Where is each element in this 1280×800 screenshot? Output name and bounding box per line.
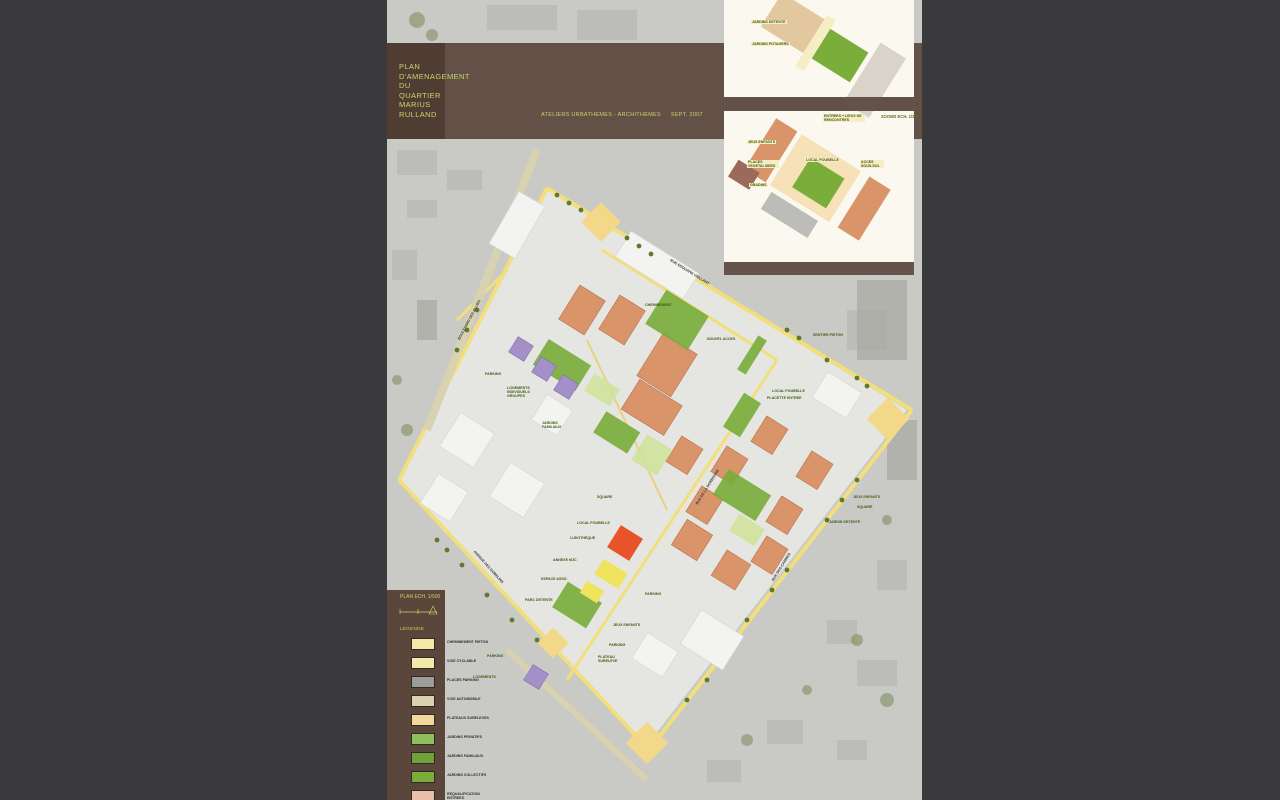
zoom-label-jeux-enfants: JEUX ENFANTS bbox=[747, 140, 777, 144]
legend-swatch bbox=[411, 714, 435, 726]
zoom-label-jardins-potagers: JARDINS POTAGERS bbox=[751, 42, 790, 46]
zoom-title: ZOOMS ECH. 1/200 bbox=[881, 114, 920, 119]
credits-authors: ATELIERS URBATHEMES - ARCHITHEMES bbox=[541, 112, 662, 118]
label-parking-4: PARKING bbox=[487, 654, 504, 658]
label-parking-1: PARKING bbox=[485, 372, 502, 376]
legend-swatch bbox=[411, 752, 435, 764]
credits: ATELIERS URBATHEMES - ARCHITHEMES SEPT. … bbox=[541, 112, 703, 118]
label-espace-asso: ESPACE ASSO. bbox=[541, 577, 568, 581]
credits-date: SEPT. 2007 bbox=[670, 112, 703, 118]
label-plateau-sureleve: PLATEAU SURELEVE bbox=[598, 655, 618, 663]
title-line: QUARTIER bbox=[399, 90, 441, 100]
legend-label: REQUALIFICATION ENTREES bbox=[447, 792, 480, 800]
zoom-label-gradins: GRADINS bbox=[749, 183, 768, 187]
zoom-label-acces-sous-sol: ACCES SOUS-SOL bbox=[860, 160, 884, 168]
title-line: DU bbox=[399, 81, 411, 91]
label-local-poubelle: LOCAL POUBELLE bbox=[772, 389, 805, 393]
legend-swatch bbox=[411, 657, 435, 669]
label-parking-2: PARKING bbox=[645, 592, 662, 596]
legend-heading: LEGENDE bbox=[400, 626, 425, 631]
label-jeux-enfants-2: JEUX ENFANTS bbox=[853, 495, 881, 499]
scale-bar bbox=[399, 605, 438, 615]
label-jeux-enfants: JEUX ENFANTS bbox=[613, 623, 641, 627]
legend-swatch bbox=[411, 695, 435, 707]
title-line: MARIUS bbox=[399, 100, 431, 110]
image-viewer: PLAN D'AMENAGEMENT DU QUARTIER MARIUS RU… bbox=[0, 0, 1280, 800]
title-line: D'AMENAGEMENT bbox=[399, 71, 470, 81]
legend-swatch bbox=[411, 676, 435, 688]
label-nouvel-acces: NOUVEL ACCES bbox=[707, 337, 736, 341]
label-local-poubelle-2: LOCAL POUBELLE bbox=[577, 521, 610, 525]
title-line: RULLAND bbox=[399, 109, 437, 119]
zoom-bottom-band bbox=[724, 262, 914, 275]
zoom-label-places-vegetalisees: PLACES VEGETALISEES bbox=[747, 160, 779, 168]
zoom-separator bbox=[724, 97, 914, 111]
plan-title: PLAN D'AMENAGEMENT DU QUARTIER MARIUS RU… bbox=[399, 62, 519, 120]
legend-label: VOIE CYCLABLE bbox=[447, 659, 477, 663]
label-logements: LOGEMENTS INDIVIDUELS GROUPES bbox=[507, 386, 530, 398]
zoom-label-local-poubelle: LOCAL POUBELLE bbox=[805, 158, 840, 162]
legend-swatch bbox=[411, 638, 435, 650]
legend-swatch bbox=[411, 733, 435, 745]
zoom-label-entrees: ENTREES + LIEUX DE RENCONTRES bbox=[823, 114, 865, 122]
title-band-edge bbox=[914, 43, 922, 139]
label-jardin-detente: JARDIN DETENTE bbox=[829, 520, 861, 524]
legend-swatch bbox=[411, 790, 435, 800]
scale-title: PLAN ECH. 1/500 bbox=[400, 594, 441, 600]
label-annexe-mjc: ANNEXE MJC bbox=[553, 558, 577, 562]
legend-label: JARDINS PRIVATIFS bbox=[447, 735, 483, 739]
legend-label: PLACES PARKING bbox=[447, 678, 479, 682]
legend-swatch bbox=[411, 771, 435, 783]
label-placette: PLACETTE ENTREE bbox=[767, 396, 802, 400]
legend-label: JARDINS FAMILIAUX bbox=[447, 754, 484, 758]
legend-label: VOIE AUTOMOBILE bbox=[447, 697, 481, 701]
label-cheminement: CHEMINEMENT bbox=[645, 303, 672, 307]
label-square: SQUARE bbox=[597, 495, 613, 499]
title-line: PLAN bbox=[399, 62, 421, 71]
label-parc-detente: PARC DETENTE bbox=[525, 598, 553, 602]
label-jardins-familiaux: JARDINS FAMILIAUX bbox=[542, 421, 562, 429]
label-sentier-pieton: SENTIER PIETON bbox=[813, 333, 843, 337]
label-ludotheque: LUDOTHEQUE bbox=[570, 536, 596, 540]
legend-label: PLATEAUX SURELEVES bbox=[447, 716, 489, 720]
zoom-label-jardins-detente: JARDINS DETENTE bbox=[751, 20, 787, 24]
urban-plan-sheet: PLAN D'AMENAGEMENT DU QUARTIER MARIUS RU… bbox=[387, 0, 922, 800]
label-parking-3: PARKING bbox=[609, 643, 626, 647]
legend-label: CHEMINEMENT PIETON bbox=[447, 640, 489, 644]
label-square-2: SQUARE bbox=[857, 505, 873, 509]
legend-label: JARDINS COLLECTIFS bbox=[447, 773, 487, 777]
